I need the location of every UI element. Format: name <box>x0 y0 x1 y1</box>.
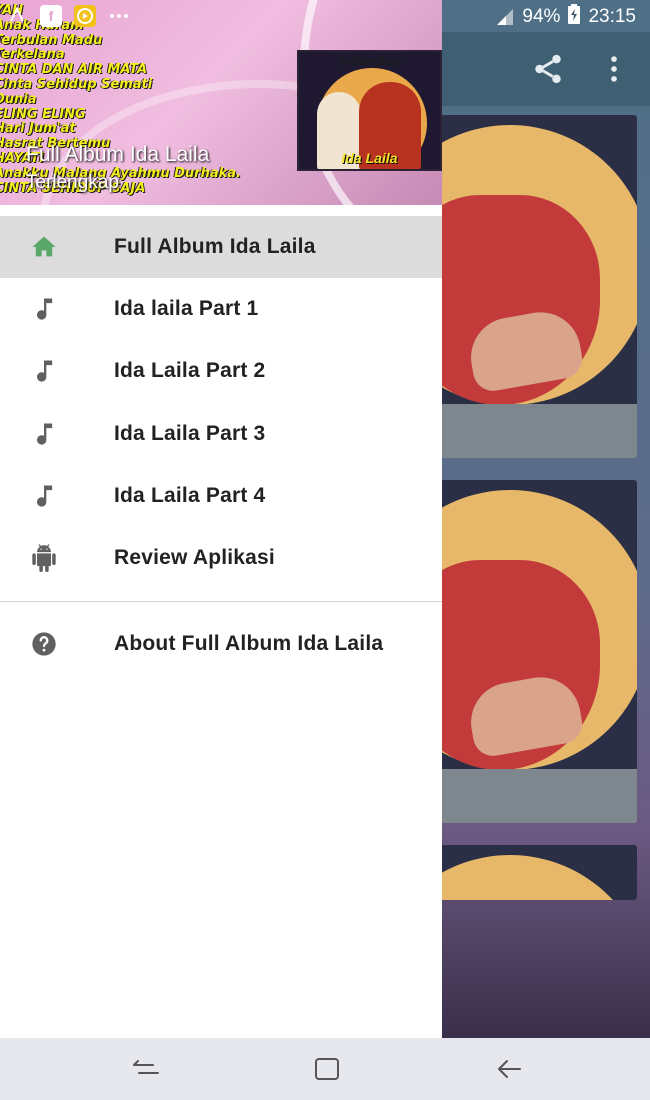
menu-item-label: Ida Laila Part 2 <box>114 359 266 382</box>
lyrics-line: Terbulan Madu <box>0 32 103 48</box>
menu-item-label: Ida laila Part 1 <box>114 297 259 320</box>
menu-item-label: Review Aplikasi <box>114 546 275 569</box>
menu-item-label: Ida Laila Part 4 <box>114 484 266 507</box>
lyrics-line: Dunia <box>0 91 37 107</box>
card-caption <box>430 404 637 458</box>
share-icon[interactable] <box>531 52 565 86</box>
menu-item-label: About Full Album Ida Laila <box>114 632 384 655</box>
menu-item-about[interactable]: About Full Album Ida Laila <box>0 613 442 675</box>
more-dots-icon <box>108 5 130 27</box>
system-nav-bar <box>0 1038 650 1100</box>
menu-item[interactable]: Ida Laila Part 3 <box>0 403 442 465</box>
music-note-icon <box>28 420 60 448</box>
music-note-icon <box>28 357 60 385</box>
home-icon <box>28 233 60 261</box>
media-app-icon <box>74 5 96 27</box>
recent-apps-icon[interactable] <box>131 1056 161 1082</box>
menu-item-label: Full Album Ida Laila <box>114 235 316 258</box>
facebook-icon: f <box>40 5 62 27</box>
overflow-menu-icon[interactable] <box>597 52 631 86</box>
lyrics-line: Hari Jum'at <box>0 121 76 137</box>
song-card[interactable] <box>430 480 637 823</box>
album-cover-bottom-text: Ida Laila <box>341 150 398 166</box>
help-icon <box>28 630 60 658</box>
back-icon[interactable] <box>494 1056 524 1082</box>
card-image <box>430 480 637 769</box>
menu-item-label: Ida Laila Part 3 <box>114 422 266 445</box>
album-cover-image: Terlengkap Ida Laila <box>297 50 442 171</box>
drawer-title: Full Album Ida Laila <box>26 143 210 166</box>
lyrics-line: Terkelana <box>0 47 65 63</box>
song-card[interactable] <box>430 115 637 458</box>
header-lyrics: YAHAnak HaramTerbulan MaduTerkelanaCINTA… <box>0 3 241 196</box>
carrier-app-icon <box>6 5 28 27</box>
card-caption <box>430 769 637 823</box>
status-left: f <box>6 5 130 27</box>
lyrics-line: Cinta Sehidup Semati <box>0 76 153 92</box>
menu-item[interactable]: Ida laila Part 1 <box>0 278 442 340</box>
card-image <box>430 115 637 404</box>
song-card[interactable] <box>430 845 637 900</box>
menu-item[interactable]: Ida Laila Part 4 <box>0 465 442 527</box>
card-image <box>430 845 637 900</box>
drawer-subtitle: Terlengkap <box>26 172 119 193</box>
battery-icon <box>568 4 581 30</box>
clock: 23:15 <box>588 6 636 27</box>
navigation-drawer: YAHAnak HaramTerbulan MaduTerkelanaCINTA… <box>0 0 442 1038</box>
album-cover-top-text: Terlengkap <box>337 54 402 68</box>
signal-icon <box>496 8 514 26</box>
menu-divider <box>0 601 442 602</box>
music-note-icon <box>28 482 60 510</box>
menu-item[interactable]: Ida Laila Part 2 <box>0 340 442 402</box>
home-button-icon[interactable] <box>312 1056 342 1082</box>
status-right: 94% 23:15 <box>496 4 636 30</box>
android-icon <box>28 544 60 572</box>
menu-item[interactable]: Full Album Ida Laila <box>0 216 442 278</box>
lyrics-line: CINTA DAN AIR MATA <box>0 62 148 78</box>
music-note-icon <box>28 295 60 323</box>
battery-percent: 94% <box>522 6 561 27</box>
menu-item[interactable]: Review Aplikasi <box>0 527 442 589</box>
lyrics-line: ELING ELING <box>0 106 86 122</box>
drawer-header: YAHAnak HaramTerbulan MaduTerkelanaCINTA… <box>0 0 442 205</box>
